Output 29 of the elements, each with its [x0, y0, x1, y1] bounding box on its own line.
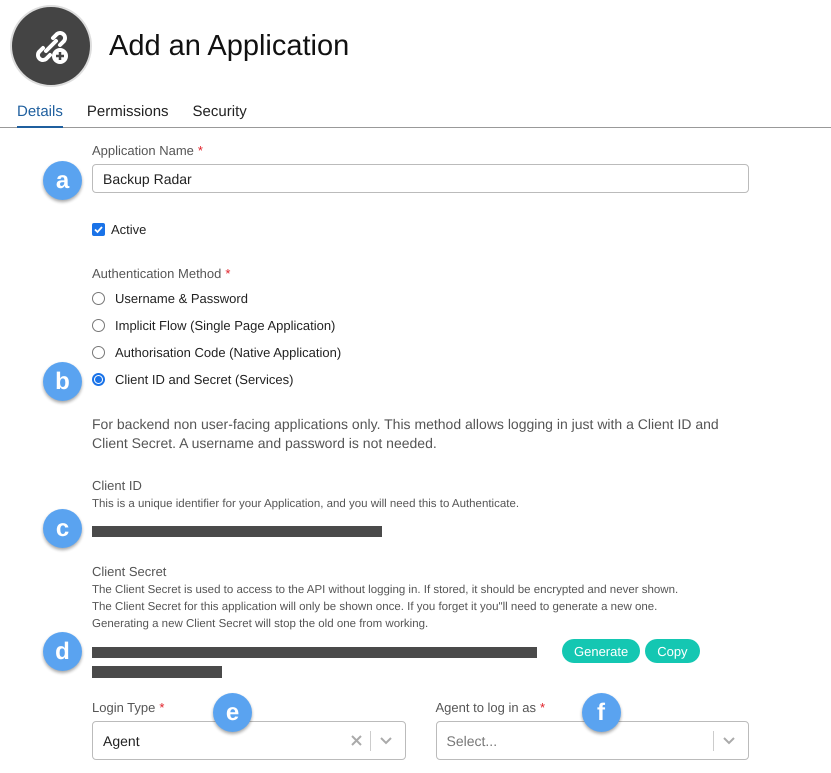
- field-label: Agent to log in as *: [436, 700, 546, 715]
- field-label: Client Secret: [92, 564, 166, 579]
- text-input-field[interactable]: Backup Radar: [92, 164, 749, 193]
- radio-label: Authorisation Code (Native Application): [115, 345, 342, 360]
- callout-marker: c: [43, 509, 82, 548]
- callout-marker: b: [43, 362, 82, 401]
- field-label: Authentication Method *: [92, 266, 230, 281]
- field-label: Login Type *: [92, 700, 164, 715]
- tab[interactable]: Details: [17, 99, 63, 128]
- tab[interactable]: Security: [192, 99, 247, 128]
- help-text: The Client Secret is used to access to the API without logging in. If stored, it should be encrypted and never shown.: [92, 583, 680, 598]
- callout-marker: e: [213, 693, 252, 732]
- radio-label: Implicit Flow (Single Page Application): [115, 318, 336, 333]
- select-field[interactable]: Agent: [92, 721, 406, 760]
- select-field[interactable]: Select...: [436, 721, 749, 760]
- field-label: Client ID: [92, 478, 142, 493]
- help-text: This is a unique identifier for your Application, and you will need this to Authenticate.: [92, 497, 520, 512]
- method-description: For backend non user-facing applications only. This method allows logging in just with a Client ID and Client Secret. A username and password is not needed.: [92, 415, 720, 453]
- callout-marker: f: [582, 693, 620, 732]
- help-text: The Client Secret for this application will only be shown once. If you forget it you"ll need to generate a new one.: [92, 600, 658, 615]
- callout-marker: a: [43, 161, 82, 200]
- checkbox-label: Active: [111, 222, 146, 237]
- callout-marker: d: [43, 632, 82, 671]
- help-text: Generating a new Client Secret will stop the old one from working.: [92, 617, 430, 632]
- tab[interactable]: Permissions: [86, 99, 169, 128]
- page-title: Add an Application: [109, 30, 350, 62]
- radio-label: Client ID and Secret (Services): [115, 372, 294, 387]
- radio-label: Username & Password: [115, 291, 248, 306]
- field-label: Application Name *: [92, 143, 203, 158]
